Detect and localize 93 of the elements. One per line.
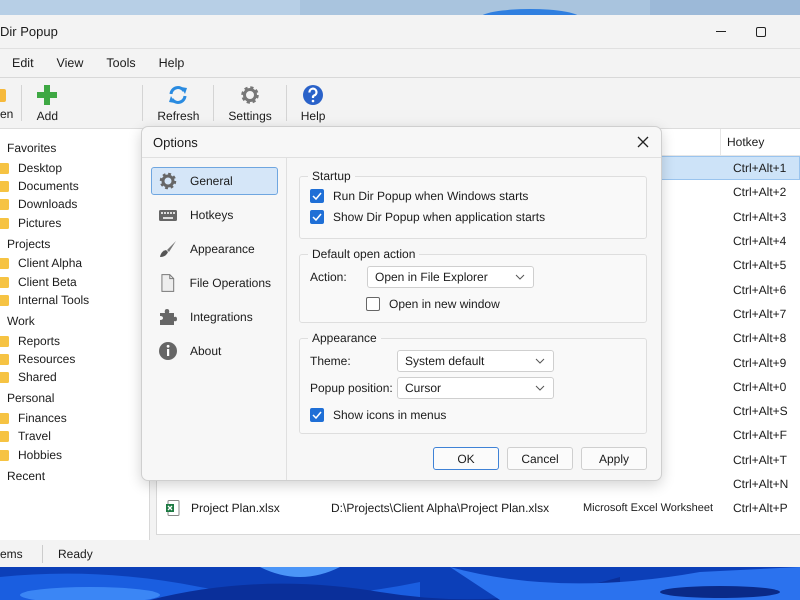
table-cell: Ctrl+Alt+N: [733, 477, 788, 491]
tree-item[interactable]: Pictures: [18, 214, 62, 231]
checkbox[interactable]: [310, 408, 324, 422]
folder-icon: [0, 198, 10, 210]
toolbar-button[interactable]: Add: [30, 84, 64, 122]
tree-item[interactable]: Hobbies: [18, 446, 62, 463]
refresh-icon: [167, 84, 190, 106]
folder-icon: [0, 216, 10, 229]
table-cell: D:\Projects\Client Alpha\Project Plan.xlsx: [331, 501, 550, 516]
nav-item[interactable]: General: [151, 167, 278, 195]
checkbox-label: Show icons in menus: [333, 408, 446, 422]
group-title: Startup: [311, 169, 352, 183]
table-cell: Project Plan.xlsx: [191, 501, 280, 516]
tree-item[interactable]: Resources: [18, 351, 76, 368]
folder-icon: [0, 257, 10, 270]
checkbox-label: Run Dir Popup when Windows starts: [333, 188, 528, 202]
dialog-button[interactable]: Cancel: [507, 447, 573, 470]
table-cell: Ctrl+Alt+1: [733, 161, 786, 176]
dropdown[interactable]: Open in File Explorer: [367, 266, 534, 288]
field-label: Theme:: [310, 354, 352, 368]
checkbox-label: Open in new window: [389, 296, 500, 310]
nav-item[interactable]: Appearance: [151, 235, 278, 263]
dialog-button[interactable]: Apply: [581, 447, 647, 470]
menu-item[interactable]: Edit: [4, 53, 42, 73]
table-cell: Ctrl+Alt+P: [733, 501, 788, 516]
folder-icon: [0, 412, 10, 424]
column-header[interactable]: Hotkey: [720, 129, 800, 155]
tree-item[interactable]: Work: [0, 312, 35, 332]
chevron-down-icon: [535, 385, 545, 391]
field-label: Action:: [310, 270, 348, 284]
tree-item[interactable]: Desktop: [18, 160, 62, 176]
tree-item[interactable]: Downloads: [18, 196, 78, 212]
toolbar-button[interactable]: en: [0, 86, 14, 120]
nav-item[interactable]: Integrations: [151, 303, 278, 331]
table-row[interactable]: Project Plan.xlsx D:\Projects\Client Alpha\Project Plan.xlsx Microsoft Excel Worksheet Ctrl+Alt+P: [157, 496, 800, 520]
folder-icon: [0, 334, 10, 347]
tree-item[interactable]: Reports: [18, 332, 60, 349]
menu-item[interactable]: View: [48, 53, 92, 73]
dropdown[interactable]: System default: [397, 350, 554, 372]
help-icon: [302, 84, 324, 106]
folder-icon: [0, 294, 10, 306]
folder-icon: [0, 180, 10, 192]
group-title: Default open action: [311, 247, 416, 261]
plus-icon: [36, 84, 58, 106]
nav-item[interactable]: Hotkeys: [151, 201, 278, 229]
menu-item[interactable]: Tools: [98, 53, 144, 73]
table-cell: Microsoft Excel Worksheet: [583, 502, 714, 514]
close-icon: [637, 136, 649, 148]
toolbar-button[interactable]: Settings: [222, 84, 278, 122]
dropdown[interactable]: Cursor: [397, 377, 554, 399]
toolbar-button[interactable]: Refresh: [151, 84, 206, 122]
tree-item[interactable]: Finances: [18, 410, 67, 426]
dialog-button[interactable]: OK: [433, 447, 499, 470]
puzzle-icon: [158, 307, 178, 327]
field-label: Popup position:: [310, 381, 394, 395]
gear-icon: [158, 171, 178, 191]
checkbox-label: Show Dir Popup when application starts: [333, 210, 546, 224]
nav-item[interactable]: File Operations: [151, 269, 278, 297]
menu-item[interactable]: Help: [150, 53, 192, 73]
status-text: ems: [0, 546, 24, 560]
tree-item[interactable]: Client Beta: [18, 274, 77, 290]
tree-item[interactable]: Client Alpha: [18, 255, 82, 272]
maximize-icon: [755, 26, 767, 38]
toolbar-button[interactable]: Help: [294, 84, 332, 122]
tree-item[interactable]: Personal: [0, 389, 54, 409]
folder-icon: [0, 162, 10, 174]
folder-icon: [0, 371, 10, 384]
minimize-icon: [716, 31, 726, 32]
tree-item[interactable]: Documents: [18, 178, 79, 194]
tree-item[interactable]: Projects: [0, 234, 50, 254]
folder-icon: [0, 448, 10, 461]
tree-item[interactable]: Recent: [0, 466, 46, 486]
nav-item[interactable]: About: [151, 337, 278, 365]
checkbox[interactable]: [366, 296, 380, 310]
dialog-title: Options: [153, 134, 198, 150]
tree-item[interactable]: Shared: [18, 369, 57, 386]
status-text: Ready: [58, 546, 93, 560]
folder-icon: [0, 430, 10, 442]
folder-icon: [0, 353, 10, 366]
info-icon: [158, 341, 178, 361]
tree-item[interactable]: Favorites: [0, 139, 56, 158]
table-cell: Ctrl+Alt+F: [733, 428, 788, 442]
settings-icon: [239, 84, 262, 106]
spreadsheet-icon: [166, 500, 180, 516]
chevron-down-icon: [535, 358, 545, 364]
tree-item[interactable]: Travel: [18, 428, 51, 444]
window-title: Dir Popup: [0, 24, 58, 39]
group-title: Appearance: [311, 331, 378, 345]
checkbox[interactable]: [310, 188, 324, 202]
tree-item[interactable]: Internal Tools: [18, 292, 90, 308]
checkbox[interactable]: [310, 210, 324, 224]
folder-icon: [0, 276, 10, 288]
chevron-down-icon: [515, 274, 525, 280]
